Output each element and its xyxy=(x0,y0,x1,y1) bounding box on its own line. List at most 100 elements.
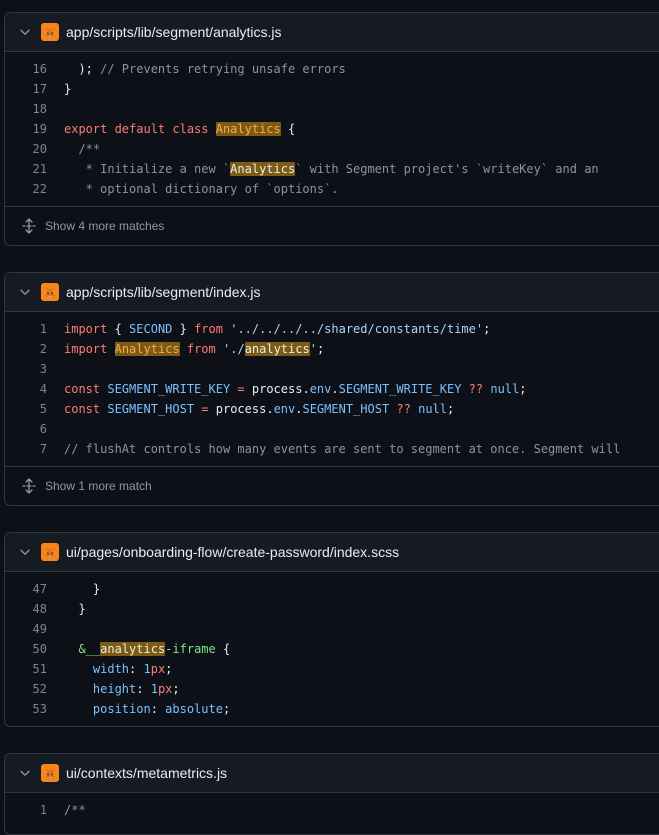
code-line: 47 } xyxy=(5,579,659,599)
line-number[interactable]: 4 xyxy=(5,379,47,399)
code-token: import xyxy=(64,342,108,356)
show-more-label[interactable]: Show 1 more match xyxy=(45,467,152,505)
line-number[interactable]: 53 xyxy=(5,699,47,719)
line-number[interactable]: 48 xyxy=(5,599,47,619)
line-number[interactable]: 3 xyxy=(5,359,47,379)
code-token: 1 xyxy=(150,682,158,696)
search-match-highlight: Analytics xyxy=(215,122,281,136)
code-text: import { SECOND } from '../../../../shar… xyxy=(64,319,490,339)
result-card: app/scripts/lib/segment/analytics.js 16 … xyxy=(4,12,659,246)
file-path-link[interactable]: app/scripts/lib/segment/analytics.js xyxy=(66,13,282,51)
line-number[interactable]: 16 xyxy=(5,59,47,79)
code-token: ?? xyxy=(468,382,484,396)
file-path-link[interactable]: ui/pages/onboarding-flow/create-password… xyxy=(66,533,399,571)
result-card: ui/pages/onboarding-flow/create-password… xyxy=(4,532,659,727)
code-token: './ xyxy=(223,342,245,356)
code-token: px xyxy=(150,662,166,676)
code-line: 7 // flushAt controls how many events are… xyxy=(5,439,659,459)
code-token: /** xyxy=(64,803,86,817)
code-token: // flushAt controls how many events are … xyxy=(64,442,621,456)
code-line: 20 /** xyxy=(5,139,659,159)
code-token: SEGMENT_WRITE_KEY xyxy=(107,382,231,396)
line-number[interactable]: 50 xyxy=(5,639,47,659)
chevron-down-icon[interactable] xyxy=(18,25,32,39)
code-text: &__analytics-iframe { xyxy=(64,639,230,659)
unfold-icon xyxy=(22,218,36,234)
code-line: 6 xyxy=(5,419,659,439)
line-number[interactable]: 17 xyxy=(5,79,47,99)
chevron-down-icon[interactable] xyxy=(18,285,32,299)
code-text: width: 1px; xyxy=(64,659,173,679)
code-text: const SEGMENT_HOST = process.env.SEGMENT… xyxy=(64,399,454,419)
show-more-label[interactable]: Show 4 more matches xyxy=(45,207,164,245)
code-line: 1 import { SECOND } from '../../../../sha… xyxy=(5,319,659,339)
code-token: { xyxy=(280,122,296,136)
code-line: 3 xyxy=(5,359,659,379)
code-token: const xyxy=(64,382,101,396)
line-number[interactable]: 47 xyxy=(5,579,47,599)
unfold-icon xyxy=(22,478,36,494)
code-token: env xyxy=(309,382,332,396)
code-token: from xyxy=(194,322,223,336)
code-block: 1 import { SECOND } from '../../../../sha… xyxy=(5,312,659,466)
show-more-matches-button[interactable]: Show 4 more matches xyxy=(5,206,659,245)
code-token: process. xyxy=(244,382,310,396)
code-token: ` with Segment project's `writeKey` and … xyxy=(295,162,599,176)
result-header[interactable]: ui/contexts/metametrics.js xyxy=(5,754,659,793)
line-number[interactable]: 20 xyxy=(5,139,47,159)
code-line: 21 * Initialize a new `Analytics` with S… xyxy=(5,159,659,179)
code-token: ; xyxy=(519,382,527,396)
line-number[interactable]: 21 xyxy=(5,159,47,179)
line-number[interactable]: 49 xyxy=(5,619,47,639)
code-token: import xyxy=(64,322,108,336)
chevron-down-icon[interactable] xyxy=(18,545,32,559)
code-token: ; xyxy=(165,662,173,676)
show-more-matches-button[interactable]: Show 1 more match xyxy=(5,466,659,505)
code-token: { xyxy=(215,642,231,656)
metamask-fox-icon xyxy=(41,23,59,41)
line-number[interactable]: 2 xyxy=(5,339,47,359)
line-number[interactable]: 51 xyxy=(5,659,47,679)
code-line: 5 const SEGMENT_HOST = process.env.SEGMEN… xyxy=(5,399,659,419)
code-token: position xyxy=(92,702,151,716)
metamask-fox-icon xyxy=(41,764,59,782)
code-line: 16 ); // Prevents retrying unsafe errors xyxy=(5,59,659,79)
code-text: * optional dictionary of `options`. xyxy=(64,179,339,199)
code-token: } xyxy=(64,82,72,96)
line-number[interactable]: 19 xyxy=(5,119,47,139)
code-text: } xyxy=(64,579,100,599)
code-token: process. xyxy=(208,402,274,416)
metamask-fox-icon xyxy=(41,283,59,301)
line-number[interactable]: 18 xyxy=(5,99,47,119)
code-text: ); // Prevents retrying unsafe errors xyxy=(64,59,345,79)
line-number[interactable]: 5 xyxy=(5,399,47,419)
line-number[interactable]: 1 xyxy=(5,319,47,339)
code-token: ; xyxy=(172,682,180,696)
code-block: 16 ); // Prevents retrying unsafe errors… xyxy=(5,52,659,206)
result-header[interactable]: app/scripts/lib/segment/analytics.js xyxy=(5,13,659,52)
code-line: 4 const SEGMENT_WRITE_KEY = process.env.S… xyxy=(5,379,659,399)
code-token: px xyxy=(157,682,173,696)
line-number[interactable]: 1 xyxy=(5,800,47,820)
code-text: } xyxy=(64,599,85,619)
result-header[interactable]: ui/pages/onboarding-flow/create-password… xyxy=(5,533,659,572)
code-text: const SEGMENT_WRITE_KEY = process.env.SE… xyxy=(64,379,527,399)
code-token: : xyxy=(129,662,144,676)
chevron-down-icon[interactable] xyxy=(18,766,32,780)
file-path-link[interactable]: ui/contexts/metametrics.js xyxy=(66,754,227,792)
code-line: 51 width: 1px; xyxy=(5,659,659,679)
line-number[interactable]: 6 xyxy=(5,419,47,439)
result-header[interactable]: app/scripts/lib/segment/index.js xyxy=(5,273,659,312)
file-path-link[interactable]: app/scripts/lib/segment/index.js xyxy=(66,273,261,311)
line-number[interactable]: 52 xyxy=(5,679,47,699)
line-number[interactable]: 22 xyxy=(5,179,47,199)
code-text: * Initialize a new `Analytics` with Segm… xyxy=(64,159,599,179)
code-token: SECOND xyxy=(129,322,173,336)
line-number[interactable]: 7 xyxy=(5,439,47,459)
search-match-highlight: Analytics xyxy=(230,162,296,176)
